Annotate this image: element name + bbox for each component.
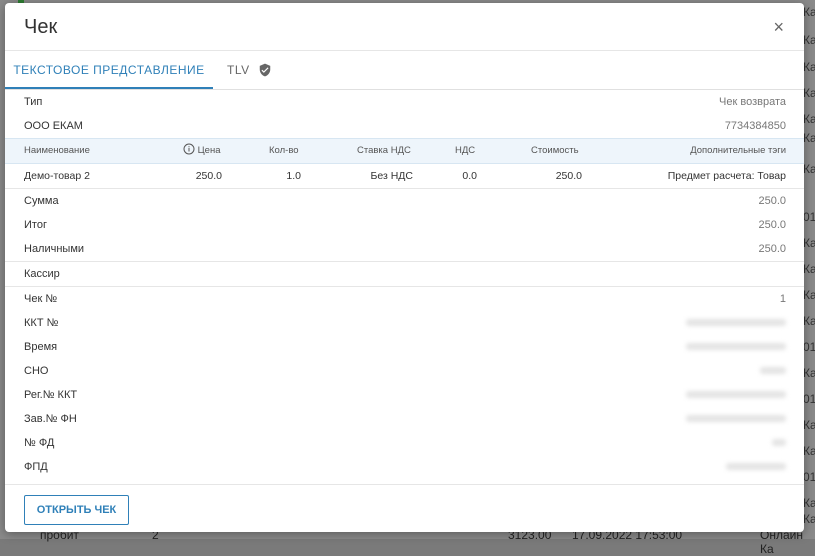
- col-vat-rate: Ставка НДС: [357, 145, 411, 156]
- col-cost: Стоимость: [531, 145, 579, 156]
- detail-label: № ФД: [24, 437, 55, 449]
- info-value: Чек возврата: [719, 96, 786, 108]
- total-row-cash: Наличными 250.0: [5, 237, 804, 261]
- total-row-sum: Сумма 250.0: [5, 189, 804, 213]
- detail-row-time: Время: [5, 335, 804, 359]
- detail-label: ФПД: [24, 461, 48, 473]
- bg-cell: Ка: [803, 162, 815, 176]
- cell-name: Демо-товар 2: [24, 170, 90, 182]
- cell-cost: 250.0: [555, 170, 582, 182]
- cell-price: 250.0: [195, 170, 222, 182]
- info-label: Тип: [24, 96, 43, 108]
- bg-cell: Ка: [803, 5, 815, 19]
- tab-text-representation[interactable]: ТЕКСТОВОЕ ПРЕДСТАВЛЕНИЕ: [5, 51, 213, 89]
- detail-value: 1: [779, 293, 786, 305]
- detail-label: Рег.№ ККТ: [24, 389, 78, 401]
- info-row-org: ООО ЕКАМ 7734384850: [5, 114, 804, 138]
- col-price: Цена: [183, 139, 220, 163]
- total-value: 250.0: [758, 243, 786, 255]
- bg-cell: Ка: [803, 112, 815, 126]
- receipt-dialog: Чек × ТЕКСТОВОЕ ПРЕДСТАВЛЕНИЕ TLV Тип Че…: [5, 3, 804, 532]
- redacted-value: [760, 367, 786, 374]
- bg-cell: 01: [803, 470, 815, 484]
- dialog-header: Чек ×: [5, 3, 804, 51]
- bg-cell: Ка: [803, 366, 815, 380]
- col-price-label: Цена: [197, 145, 221, 156]
- cell-qty: 1.0: [286, 170, 301, 182]
- bg-cell: Ка: [803, 60, 815, 74]
- bg-cell: Ка: [803, 496, 815, 510]
- total-label: Наличными: [24, 243, 85, 255]
- bg-cell: Ка: [803, 33, 815, 47]
- tab-tlv[interactable]: TLV: [227, 51, 272, 89]
- close-icon[interactable]: ×: [773, 18, 784, 36]
- detail-row-fd: № ФД: [5, 431, 804, 455]
- cashier-row: Кассир: [5, 262, 804, 286]
- detail-label: Время: [24, 341, 58, 353]
- detail-row-receipt-no: Чек № 1: [5, 287, 804, 311]
- info-circle-icon[interactable]: [183, 143, 195, 155]
- bg-cell: Ка: [803, 512, 815, 526]
- org-inn: 7734384850: [724, 120, 786, 132]
- col-name: Наименование: [24, 145, 90, 156]
- detail-label: Чек №: [24, 293, 58, 305]
- col-extra: Дополнительные тэги: [690, 145, 786, 156]
- bg-cell: Ка: [803, 418, 815, 432]
- redacted-value: [686, 343, 786, 350]
- redacted-value: [772, 439, 786, 446]
- items-table-header: Наименование Цена Кол-во Ставка НДС НДС …: [5, 138, 804, 164]
- detail-row-sno: СНО: [5, 359, 804, 383]
- total-value: 250.0: [758, 219, 786, 231]
- dialog-title: Чек: [24, 16, 58, 38]
- detail-row-fn: Зав.№ ФН: [5, 407, 804, 431]
- cell-vat: 0.0: [462, 170, 477, 182]
- bg-cell: Ка: [803, 236, 815, 250]
- open-receipt-button[interactable]: ОТКРЫТЬ ЧЕК: [24, 495, 129, 525]
- detail-row-reg-kkt: Рег.№ ККТ: [5, 383, 804, 407]
- bg-cell: Ка: [803, 444, 815, 458]
- redacted-value: [686, 391, 786, 398]
- cashier-label: Кассир: [24, 268, 60, 280]
- redacted-value: [686, 415, 786, 422]
- cell-vat-rate: Без НДС: [370, 170, 413, 182]
- verified-shield-icon: [259, 63, 270, 77]
- tab-bar: ТЕКСТОВОЕ ПРЕДСТАВЛЕНИЕ TLV: [5, 51, 804, 90]
- bg-cell: Ка: [803, 288, 815, 302]
- tab-tlv-label: TLV: [227, 63, 250, 77]
- col-vat: НДС: [455, 145, 476, 156]
- detail-label: ККТ №: [24, 317, 59, 329]
- bg-cell: Ка: [803, 262, 815, 276]
- total-label: Итог: [24, 219, 47, 231]
- bg-cell: 01: [803, 210, 815, 224]
- detail-row-kkt-no: ККТ №: [5, 311, 804, 335]
- col-qty: Кол-во: [269, 145, 299, 156]
- detail-label: СНО: [24, 365, 49, 377]
- bg-cell: 01: [803, 392, 815, 406]
- cell-extra: Предмет расчета: Товар: [667, 170, 786, 182]
- bg-cell: 01: [803, 340, 815, 354]
- total-label: Сумма: [24, 195, 59, 207]
- detail-row-fpd: ФПД: [5, 455, 804, 479]
- bg-cell: Ка: [803, 131, 815, 145]
- info-row-type: Тип Чек возврата: [5, 90, 804, 114]
- total-value: 250.0: [758, 195, 786, 207]
- redacted-value: [686, 319, 786, 326]
- dialog-footer: ОТКРЫТЬ ЧЕК: [5, 484, 804, 532]
- bg-cell: Ка: [803, 314, 815, 328]
- table-row: Демо-товар 2 250.0 1.0 Без НДС 0.0 250.0…: [5, 164, 804, 188]
- bg-cell: Ка: [803, 86, 815, 100]
- detail-label: Зав.№ ФН: [24, 413, 77, 425]
- total-row-total: Итог 250.0: [5, 213, 804, 237]
- redacted-value: [726, 463, 786, 470]
- bg-bottom-type: Онлайн Ка: [760, 528, 803, 556]
- org-name: ООО ЕКАМ: [24, 120, 83, 132]
